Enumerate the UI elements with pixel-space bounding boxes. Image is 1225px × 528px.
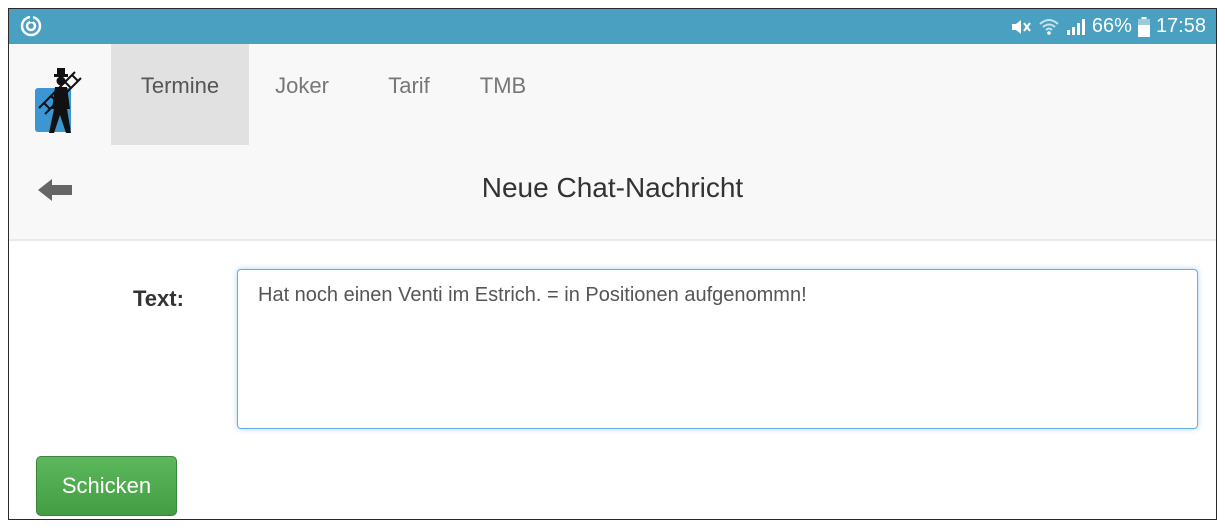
tab-tmb[interactable]: TMB <box>468 44 538 145</box>
message-textarea[interactable]: Hat noch einen Venti im Estrich. = in Po… <box>237 269 1198 429</box>
send-button[interactable]: Schicken <box>36 456 177 516</box>
page-title: Neue Chat-Nachricht <box>481 172 744 203</box>
signal-icon <box>1066 18 1085 35</box>
tab-tarif[interactable]: Tarif <box>381 44 437 145</box>
mute-icon <box>1011 19 1031 34</box>
title-bar: Neue Chat-Nachricht <box>9 145 1216 241</box>
app-window: 66% 17:58 Termine Joker Tarif TMB Neue C… <box>8 8 1217 520</box>
chimney-sweep-logo[interactable] <box>35 68 87 135</box>
battery-percent: 66% <box>1091 15 1132 37</box>
status-bar: 66% 17:58 <box>9 9 1216 44</box>
tab-joker[interactable]: Joker <box>271 44 333 145</box>
status-icons: 66% 17:58 <box>1010 9 1206 44</box>
text-label: Text: <box>133 286 184 311</box>
tab-termine[interactable]: Termine <box>111 44 249 145</box>
battery-icon <box>1137 16 1150 37</box>
nav-bar: Termine Joker Tarif TMB <box>9 44 1216 145</box>
wifi-icon <box>1039 18 1059 35</box>
app-notification-icon <box>20 15 42 37</box>
clock: 17:58 <box>1155 15 1206 37</box>
